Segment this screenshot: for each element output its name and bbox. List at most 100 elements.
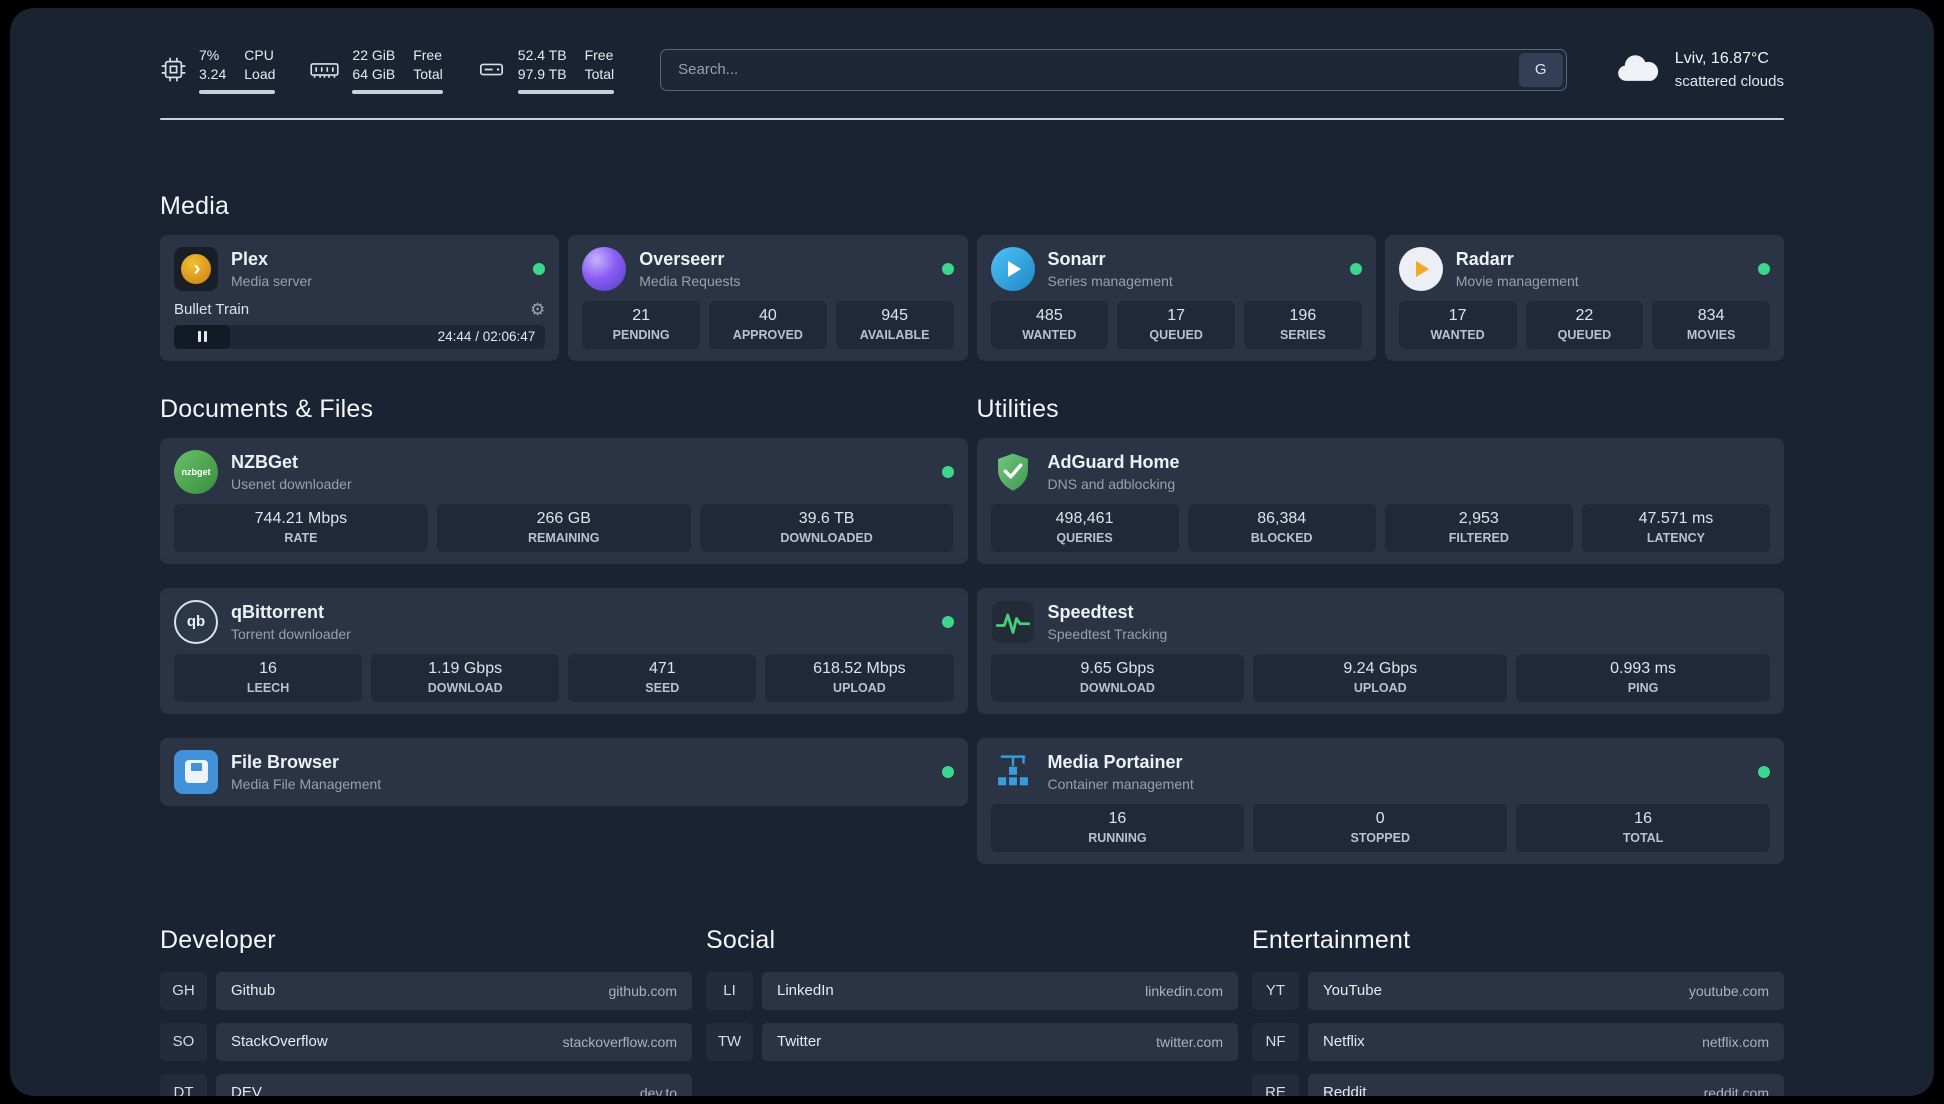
bookmark-name: LinkedIn (777, 982, 834, 1000)
utilities-heading: Utilities (976, 394, 1059, 423)
status-dot (941, 765, 954, 778)
service-card-radarr[interactable]: Radarr Movie management 17 WANTED 22 QUE… (1384, 234, 1784, 361)
bookmark-abbr: TW (706, 1022, 753, 1061)
bookmark-netflix[interactable]: NF Netflix netflix.com (1252, 1022, 1784, 1061)
stat-queries: 498,461 QUERIES (990, 503, 1179, 552)
cpu-label-top: CPU (244, 47, 274, 63)
bookmark-url: github.com (608, 982, 677, 999)
status-dot (533, 262, 546, 275)
service-title: Radarr (1455, 248, 1514, 269)
bookmark-url: youtube.com (1688, 982, 1769, 999)
media-heading: Media (160, 191, 230, 220)
bookmark-name: YouTube (1323, 982, 1382, 1000)
gear-icon[interactable]: ⚙ (530, 301, 545, 318)
stat-queued: 22 QUEUED (1525, 300, 1644, 349)
bookmark-reddit[interactable]: RE Reddit reddit.com (1252, 1073, 1784, 1096)
cpu-usage-bar (199, 89, 276, 94)
bookmark-group-developer: Developer GH Github github.com SO StackO… (160, 926, 692, 1096)
service-card-adguard[interactable]: AdGuard Home DNS and adblocking 498,461 … (976, 437, 1784, 564)
service-card-portainer[interactable]: Media Portainer Container management 16 … (976, 737, 1784, 864)
bookmark-group-entertainment: Entertainment YT YouTube youtube.com NF … (1252, 926, 1784, 1096)
bookmark-stackoverflow[interactable]: SO StackOverflow stackoverflow.com (160, 1022, 692, 1061)
bookmark-url: dev.to (639, 1084, 677, 1096)
service-card-overseerr[interactable]: Overseerr Media Requests 21 PENDING 40 A… (568, 234, 968, 361)
stat-rate: 744.21 Mbps RATE (174, 503, 428, 552)
dashboard-panel: 7% 3.24 CPU Load 22 GiB 64 GiB Free Tota… (10, 8, 1934, 1096)
memory-label-bottom: Total (413, 65, 443, 82)
bookmarks: Developer GH Github github.com SO StackO… (160, 926, 1784, 1096)
weather-widget: Lviv, 16.87°C scattered clouds (1613, 48, 1784, 91)
stat-stopped: 0 STOPPED (1253, 803, 1508, 852)
stat-wanted: 17 WANTED (1398, 300, 1517, 349)
bookmark-github[interactable]: GH Github github.com (160, 971, 692, 1010)
stat-download: 1.19 Gbps DOWNLOAD (371, 653, 560, 702)
topbar-divider (160, 117, 1784, 120)
service-title: File Browser (231, 751, 340, 772)
overseerr-icon (582, 246, 627, 291)
qbittorrent-icon: qb (174, 599, 218, 644)
stat-latency: 47.571 ms LATENCY (1581, 503, 1770, 552)
plex-now-playing: Bullet Train ⚙ 24:44 / 02:06:47 (174, 301, 546, 349)
service-title: AdGuard Home (1047, 451, 1180, 472)
disk-icon (477, 56, 506, 83)
bookmark-url: linkedin.com (1145, 982, 1223, 999)
plex-icon: › (174, 246, 218, 291)
bookmark-abbr: GH (160, 971, 207, 1010)
bookmark-youtube[interactable]: YT YouTube youtube.com (1252, 971, 1784, 1010)
speedtest-icon (991, 600, 1035, 644)
service-title: qBittorrent (231, 601, 324, 622)
cpu-label-bottom: Load (244, 65, 276, 82)
service-card-plex[interactable]: › Plex Media server Bullet Train ⚙ 24:44… (160, 234, 560, 361)
bookmark-abbr: YT (1252, 971, 1299, 1010)
stat-downloaded: 39.6 TB DOWNLOADED (699, 503, 954, 552)
playback-time: 24:44 / 02:06:47 (437, 329, 536, 345)
stat-remaining: 266 GB REMAINING (436, 503, 691, 552)
search-provider-button[interactable]: G (1518, 52, 1563, 87)
radarr-icon (1398, 246, 1443, 291)
playback-progress-bar[interactable]: 24:44 / 02:06:47 (174, 324, 546, 349)
stat-pending: 21 PENDING (582, 300, 700, 349)
bookmark-dev[interactable]: DT DEV dev.to (160, 1073, 692, 1096)
bookmark-linkedin[interactable]: LI LinkedIn linkedin.com (706, 971, 1238, 1010)
bookmark-abbr: DT (160, 1073, 207, 1096)
service-card-sonarr[interactable]: Sonarr Series management 485 WANTED 17 Q… (976, 234, 1376, 361)
search-bar: G (660, 48, 1567, 91)
memory-usage-bar (352, 89, 443, 94)
cpu-widget: 7% 3.24 CPU Load (160, 46, 276, 94)
bookmark-name: StackOverflow (231, 1033, 328, 1051)
service-card-filebrowser[interactable]: File Browser Media File Management (160, 737, 968, 806)
memory-total: 64 GiB (352, 65, 396, 82)
status-dot (941, 465, 954, 478)
sonarr-icon (990, 246, 1035, 291)
service-subtitle: Movie management (1455, 272, 1579, 289)
bookmark-name: DEV (231, 1084, 262, 1096)
service-subtitle: Series management (1047, 272, 1173, 289)
service-card-speedtest[interactable]: Speedtest Speedtest Tracking 9.65 Gbps D… (976, 587, 1784, 714)
memory-icon (309, 56, 340, 83)
disk-readout: 52.4 TB 97.9 TB Free Total (517, 46, 615, 94)
stat-movies: 834 MOVIES (1652, 300, 1770, 349)
pause-icon (197, 331, 201, 343)
stat-blocked: 86,384 BLOCKED (1187, 503, 1376, 552)
memory-label-top: Free (413, 47, 443, 63)
section-documents: Documents & Files nzbget NZBGet Usenet d… (160, 395, 968, 806)
documents-heading: Documents & Files (160, 394, 374, 423)
search-input[interactable] (664, 61, 1519, 79)
filebrowser-icon (174, 749, 218, 794)
portainer-icon (991, 750, 1035, 794)
bookmark-name: Twitter (777, 1033, 822, 1051)
bookmark-url: netflix.com (1702, 1033, 1769, 1050)
pause-button[interactable] (174, 324, 230, 349)
stat-download: 9.65 Gbps DOWNLOAD (990, 653, 1245, 702)
bookmark-abbr: NF (1252, 1022, 1299, 1061)
stat-total: 16 TOTAL (1516, 803, 1770, 852)
bookmark-twitter[interactable]: TW Twitter twitter.com (706, 1022, 1238, 1061)
stat-available: 945 AVAILABLE (835, 300, 954, 349)
service-card-nzbget[interactable]: nzbget NZBGet Usenet downloader 744.21 M… (160, 437, 968, 564)
bookmark-abbr: LI (706, 971, 753, 1010)
bookmark-abbr: SO (160, 1022, 207, 1061)
status-dot (1349, 262, 1362, 275)
service-card-qbittorrent[interactable]: qb qBittorrent Torrent downloader 16 LEE… (160, 587, 968, 714)
service-subtitle: Container management (1047, 775, 1194, 792)
status-dot (941, 262, 954, 275)
